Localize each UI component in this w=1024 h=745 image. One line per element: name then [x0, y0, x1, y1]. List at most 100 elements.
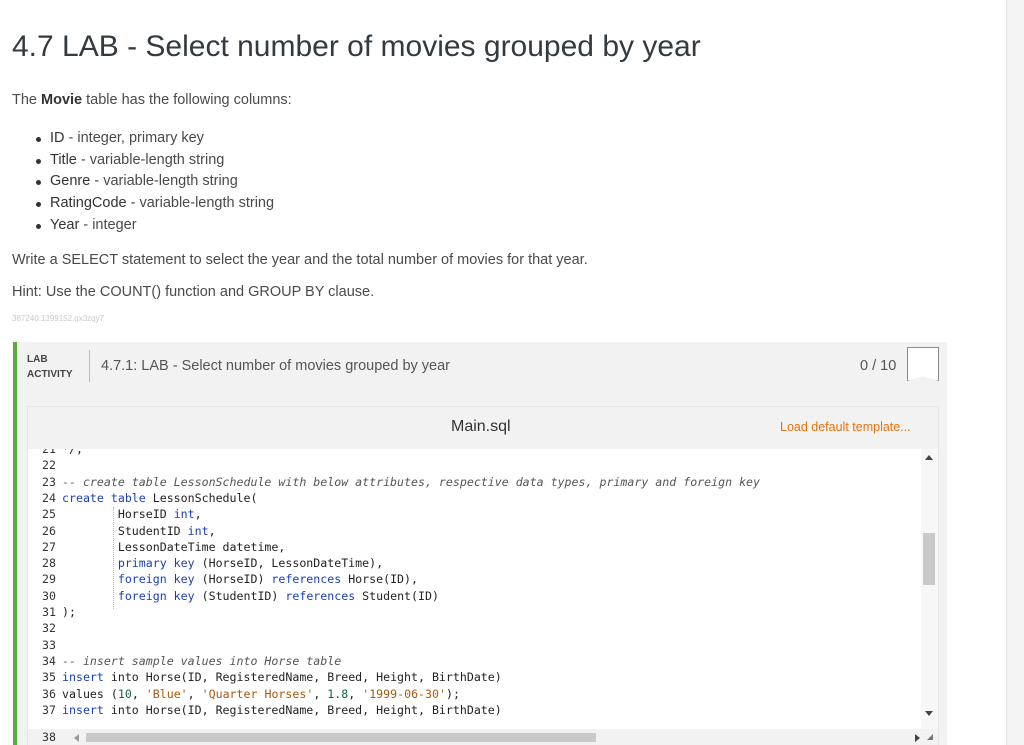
editor-header: Main.sql Load default template... [28, 407, 938, 449]
header-divider [89, 350, 90, 382]
code-line: 36 values (10, 'Blue', 'Quarter Horses', … [28, 686, 918, 702]
scroll-right-arrow-icon[interactable] [915, 734, 920, 742]
code-line: 34 -- insert sample values into Horse tab… [28, 653, 918, 669]
code-token: into Horse(ID, RegisteredName, Breed, He… [103, 702, 502, 717]
line-number: 31 [42, 605, 56, 619]
line-number: 33 [42, 637, 56, 652]
list-item: Year - integer [36, 215, 274, 237]
code-token: -- create table LessonSchedule with belo… [62, 474, 761, 489]
code-token: '1999-06-30' [362, 686, 446, 701]
code-token: ); [445, 686, 460, 701]
code-token: references [285, 588, 356, 603]
content-id: 387240.1399152.qx3zqy7 [12, 314, 105, 323]
code-token: create table [62, 490, 146, 505]
code-line: 25 HorseID int, [28, 506, 918, 522]
page-title: 4.7 LAB - Select number of movies groupe… [12, 30, 701, 63]
line-number: 35 [42, 670, 56, 685]
line-number: 28 [42, 556, 56, 571]
list-item: Genre - variable-length string [36, 171, 274, 193]
code-token: Horse(ID), [341, 572, 418, 587]
code-line: 21 */; [28, 449, 918, 457]
code-line: 29 foreign key (HorseID) references Hors… [28, 571, 918, 587]
code-line: 30 foreign key (StudentID) references St… [28, 588, 918, 604]
code-token: */; [62, 449, 83, 456]
line-number: 36 [42, 686, 56, 701]
code-area[interactable]: 21 */; 22 23 -- create table LessonSchedule … [28, 449, 938, 729]
code-token: , [208, 523, 216, 538]
line-number: 23 [42, 474, 56, 489]
vertical-scrollbar[interactable] [921, 449, 938, 729]
code-token: (StudentID) [194, 588, 286, 603]
code-token: into Horse(ID, RegisteredName, Breed, He… [103, 670, 502, 685]
code-token: insert [62, 702, 104, 717]
code-token: primary key [117, 556, 195, 571]
code-line: 32 [28, 620, 918, 636]
file-name: Main.sql [451, 418, 511, 435]
code-line: 33 [28, 637, 918, 653]
horizontal-scroll-thumb[interactable] [86, 733, 596, 742]
code-line: 28 primary key (HorseID, LessonDateTime)… [28, 555, 918, 571]
code-token: references [271, 572, 342, 587]
code-token: StudentID [62, 523, 188, 538]
code-token: ); [62, 605, 76, 619]
code-line: 35 insert into Horse(ID, RegisteredName, … [28, 669, 918, 685]
line-number: 37 [42, 702, 56, 717]
lab-score: 0 / 10 [860, 358, 897, 374]
lab-header: LAB ACTIVITY 4.7.1: LAB - Select number … [17, 342, 947, 390]
code-token: int [173, 507, 195, 522]
scroll-left-arrow-icon[interactable] [74, 734, 79, 742]
line-number: 34 [42, 653, 56, 668]
code-line: 24 create table LessonSchedule( [28, 490, 918, 506]
code-token: foreign key [117, 572, 195, 587]
code-line: 27 LessonDateTime datetime, [28, 539, 918, 555]
hint-text: Hint: Use the COUNT() function and GROUP… [12, 284, 375, 300]
code-token: -- insert sample values into Horse table [62, 653, 342, 668]
lab-title: 4.7.1: LAB - Select number of movies gro… [101, 358, 450, 374]
intro-pre: The [12, 92, 42, 108]
line-number: 22 [42, 458, 56, 473]
code-line: 37 insert into Horse(ID, RegisteredName, … [28, 702, 918, 718]
code-token: 'Quarter Horses' [201, 686, 314, 701]
completion-badge-icon [907, 347, 939, 381]
code-token: int [187, 523, 209, 538]
code-token: 1.8 [327, 686, 349, 701]
line-number: 38 [42, 730, 56, 744]
code-token: 'Blue' [145, 686, 188, 701]
resize-corner-icon[interactable] [927, 734, 933, 740]
line-number: 27 [42, 539, 56, 554]
code-token: (HorseID, LessonDateTime), [194, 556, 384, 571]
code-token: , [194, 507, 202, 522]
code-token: 10 [117, 686, 132, 701]
lab-activity-panel: LAB ACTIVITY 4.7.1: LAB - Select number … [13, 342, 947, 745]
intro-table-name: Movie [41, 92, 83, 108]
line-number: 26 [42, 523, 56, 538]
code-line: 31); [28, 604, 918, 620]
code-token: HorseID [62, 507, 174, 522]
line-number: 29 [42, 572, 56, 587]
code-token: , [187, 686, 202, 701]
intro-text: The Movie table has the following column… [12, 92, 292, 108]
code-token: , [348, 686, 363, 701]
code-token: LessonDateTime datetime, [62, 539, 286, 554]
vertical-scroll-thumb[interactable] [923, 533, 935, 585]
lab-page: 4.7 LAB - Select number of movies groupe… [0, 0, 1006, 745]
scroll-up-arrow-icon[interactable] [925, 455, 933, 460]
load-default-template-link[interactable]: Load default template... [780, 420, 911, 434]
list-item: ID - integer, primary key [36, 128, 274, 150]
code-line: 23 -- create table LessonSchedule with be… [28, 474, 918, 490]
line-number: 24 [42, 490, 56, 505]
page-scroll-gutter [1006, 0, 1024, 745]
scroll-down-arrow-icon[interactable] [925, 711, 933, 716]
line-number: 25 [42, 507, 56, 522]
list-item: RatingCode - variable-length string [36, 193, 274, 215]
code-token: insert [62, 670, 104, 685]
code-line: 26 StudentID int, [28, 523, 918, 539]
code-token: , [131, 686, 146, 701]
line-number: 30 [42, 588, 56, 603]
code-token: (HorseID) [194, 572, 272, 587]
code-token: foreign key [117, 588, 195, 603]
lab-activity-tag: LAB ACTIVITY [27, 354, 73, 380]
